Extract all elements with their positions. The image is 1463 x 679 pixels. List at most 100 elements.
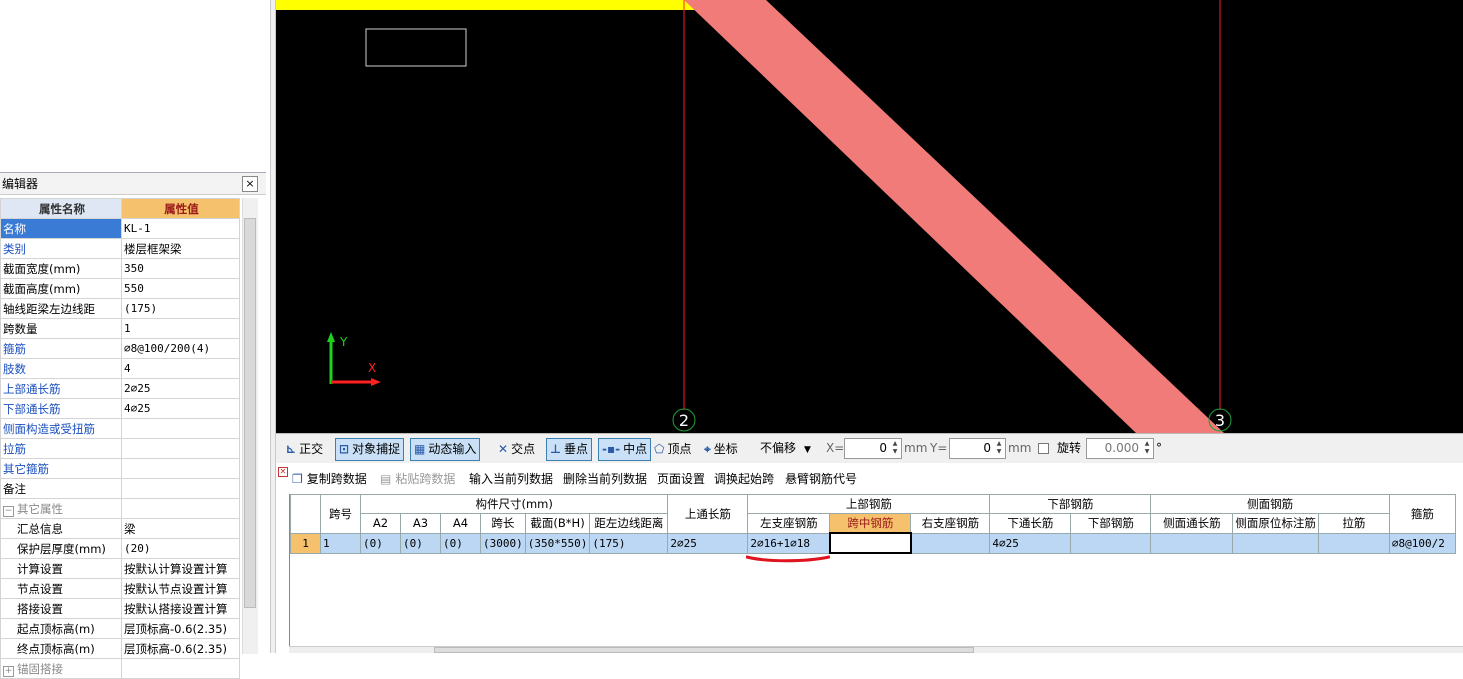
property-row[interactable]: 截面高度(mm) 550: [0, 278, 240, 299]
column-header[interactable]: 左支座钢筋: [747, 513, 831, 534]
property-row[interactable]: 肢数 4: [0, 358, 240, 379]
property-row[interactable]: 汇总信息 梁: [0, 518, 240, 539]
property-value[interactable]: [121, 458, 240, 479]
perpendicular-button[interactable]: ⊥ 垂点: [546, 438, 592, 461]
table-cell[interactable]: 2⌀16+1⌀18: [747, 532, 831, 554]
property-value[interactable]: 4⌀25: [121, 398, 240, 419]
column-header[interactable]: 跨长: [480, 513, 526, 534]
grid-scroll-thumb[interactable]: [434, 647, 974, 653]
table-cell[interactable]: [1150, 532, 1234, 554]
coordinate-button[interactable]: ⌖ 坐标: [700, 438, 742, 461]
property-row[interactable]: 轴线距梁左边线距 (175): [0, 298, 240, 319]
property-value[interactable]: 2⌀25: [121, 378, 240, 399]
property-value[interactable]: KL-1: [121, 218, 240, 239]
spinner-icon[interactable]: ▲ ▼: [890, 440, 900, 457]
property-group-row[interactable]: − 其它属性: [0, 498, 240, 519]
spinner-icon[interactable]: ▲ ▼: [994, 440, 1004, 457]
table-cell[interactable]: [1232, 532, 1319, 554]
close-icon[interactable]: ✕: [278, 467, 288, 477]
column-header[interactable]: 截面(B*H): [524, 513, 591, 534]
property-row[interactable]: 上部通长筋 2⌀25: [0, 378, 240, 399]
property-value[interactable]: 4: [121, 358, 240, 379]
property-row[interactable]: 其它箍筋: [0, 458, 240, 479]
property-scroll-thumb[interactable]: [244, 218, 256, 608]
column-header[interactable]: 下通长筋: [989, 513, 1072, 534]
adjust-start-span-button[interactable]: 调换起始跨: [714, 470, 774, 487]
table-cell[interactable]: [1317, 532, 1390, 554]
property-row[interactable]: 侧面构造或受扭筋: [0, 418, 240, 439]
property-row[interactable]: 计算设置 按默认计算设置计算: [0, 558, 240, 579]
intersection-button[interactable]: ✕ 交点: [494, 438, 539, 461]
table-cell[interactable]: [1070, 532, 1152, 554]
column-header[interactable]: 侧面原位标注筋: [1232, 513, 1319, 534]
column-header[interactable]: A2: [360, 513, 401, 534]
property-row[interactable]: 跨数量 1: [0, 318, 240, 339]
column-header[interactable]: 侧面通长筋: [1150, 513, 1234, 534]
property-group-name[interactable]: − 其它属性: [0, 498, 122, 519]
midpoint-button[interactable]: -▪- 中点: [598, 438, 652, 461]
property-row[interactable]: 箍筋 ⌀8@100/200(4): [0, 338, 240, 359]
property-group-name[interactable]: + 锚固搭接: [0, 658, 122, 679]
object-snap-button[interactable]: ⊡ 对象捕捉: [335, 438, 405, 461]
page-setup-button[interactable]: 页面设置: [657, 470, 705, 487]
paste-span-button[interactable]: ▤ 粘贴跨数据: [380, 470, 455, 487]
vertex-button[interactable]: ⬠ 顶点: [650, 438, 695, 461]
property-value[interactable]: 层顶标高-0.6(2.35): [121, 638, 240, 659]
drawing-canvas[interactable]: 2 3 Y X: [276, 0, 1463, 433]
column-header[interactable]: 拉筋: [1317, 513, 1390, 534]
column-header[interactable]: 箍筋: [1388, 494, 1456, 534]
table-cell[interactable]: (350*550): [524, 532, 591, 554]
table-cell[interactable]: 2⌀25: [667, 532, 749, 554]
property-value[interactable]: [121, 438, 240, 459]
property-row[interactable]: 起点顶标高(m) 层顶标高-0.6(2.35): [0, 618, 240, 639]
column-header[interactable]: 跨号: [320, 494, 361, 534]
column-header[interactable]: 右支座钢筋: [910, 513, 991, 534]
property-value[interactable]: 层顶标高-0.6(2.35): [121, 618, 240, 639]
column-header[interactable]: 距左边线距离: [589, 513, 669, 534]
table-cell[interactable]: ⌀8@100/2: [1388, 532, 1456, 554]
table-cell[interactable]: 1: [320, 532, 361, 554]
x-coordinate-input[interactable]: 0 ▲ ▼: [844, 438, 902, 459]
property-value[interactable]: 550: [121, 278, 240, 299]
property-value[interactable]: [121, 418, 240, 439]
column-header-active[interactable]: 跨中钢筋: [829, 513, 912, 534]
property-row[interactable]: 保护层厚度(mm) (20): [0, 538, 240, 559]
delete-column-button[interactable]: 删除当前列数据: [563, 470, 647, 487]
table-cell[interactable]: 4⌀25: [989, 532, 1072, 554]
rotate-checkbox[interactable]: [1038, 443, 1049, 454]
ortho-button[interactable]: ⊾ 正交: [282, 438, 327, 461]
property-group-row[interactable]: + 锚固搭接: [0, 658, 240, 679]
offset-mode-select[interactable]: 不偏移 ▼: [760, 438, 811, 459]
property-value[interactable]: [121, 478, 240, 499]
collapse-icon[interactable]: −: [3, 505, 14, 517]
column-header[interactable]: A4: [440, 513, 481, 534]
property-value[interactable]: 1: [121, 318, 240, 339]
property-value[interactable]: 按默认节点设置计算: [121, 578, 240, 599]
table-cell[interactable]: (175): [589, 532, 669, 554]
property-row[interactable]: 拉筋: [0, 438, 240, 459]
rotate-input[interactable]: 0.000 ▲ ▼: [1086, 438, 1154, 459]
property-row[interactable]: 终点顶标高(m) 层顶标高-0.6(2.35): [0, 638, 240, 659]
property-value[interactable]: (175): [121, 298, 240, 319]
spinner-icon[interactable]: ▲ ▼: [1142, 440, 1152, 457]
table-cell[interactable]: (0): [400, 532, 441, 554]
expand-icon[interactable]: +: [3, 665, 14, 677]
dynamic-input-button[interactable]: ▦ 动态输入: [410, 438, 481, 461]
property-value[interactable]: (20): [121, 538, 240, 559]
property-row[interactable]: 下部通长筋 4⌀25: [0, 398, 240, 419]
cantilever-code-button[interactable]: 悬臂钢筋代号: [785, 470, 857, 487]
property-row[interactable]: 名称 KL-1: [0, 218, 240, 239]
table-cell[interactable]: (0): [360, 532, 401, 554]
input-column-button[interactable]: 输入当前列数据: [469, 470, 553, 487]
property-row[interactable]: 节点设置 按默认节点设置计算: [0, 578, 240, 599]
table-cell[interactable]: [910, 532, 991, 554]
row-number[interactable]: 1: [290, 532, 321, 554]
property-value[interactable]: 楼层框架梁: [121, 238, 240, 259]
y-coordinate-input[interactable]: 0 ▲ ▼: [949, 438, 1006, 459]
table-cell[interactable]: (3000): [480, 532, 526, 554]
copy-span-button[interactable]: ❐ 复制跨数据: [292, 470, 367, 487]
property-row[interactable]: 备注: [0, 478, 240, 499]
column-header[interactable]: 下部钢筋: [1070, 513, 1152, 534]
property-value[interactable]: 梁: [121, 518, 240, 539]
property-value[interactable]: ⌀8@100/200(4): [121, 338, 240, 359]
